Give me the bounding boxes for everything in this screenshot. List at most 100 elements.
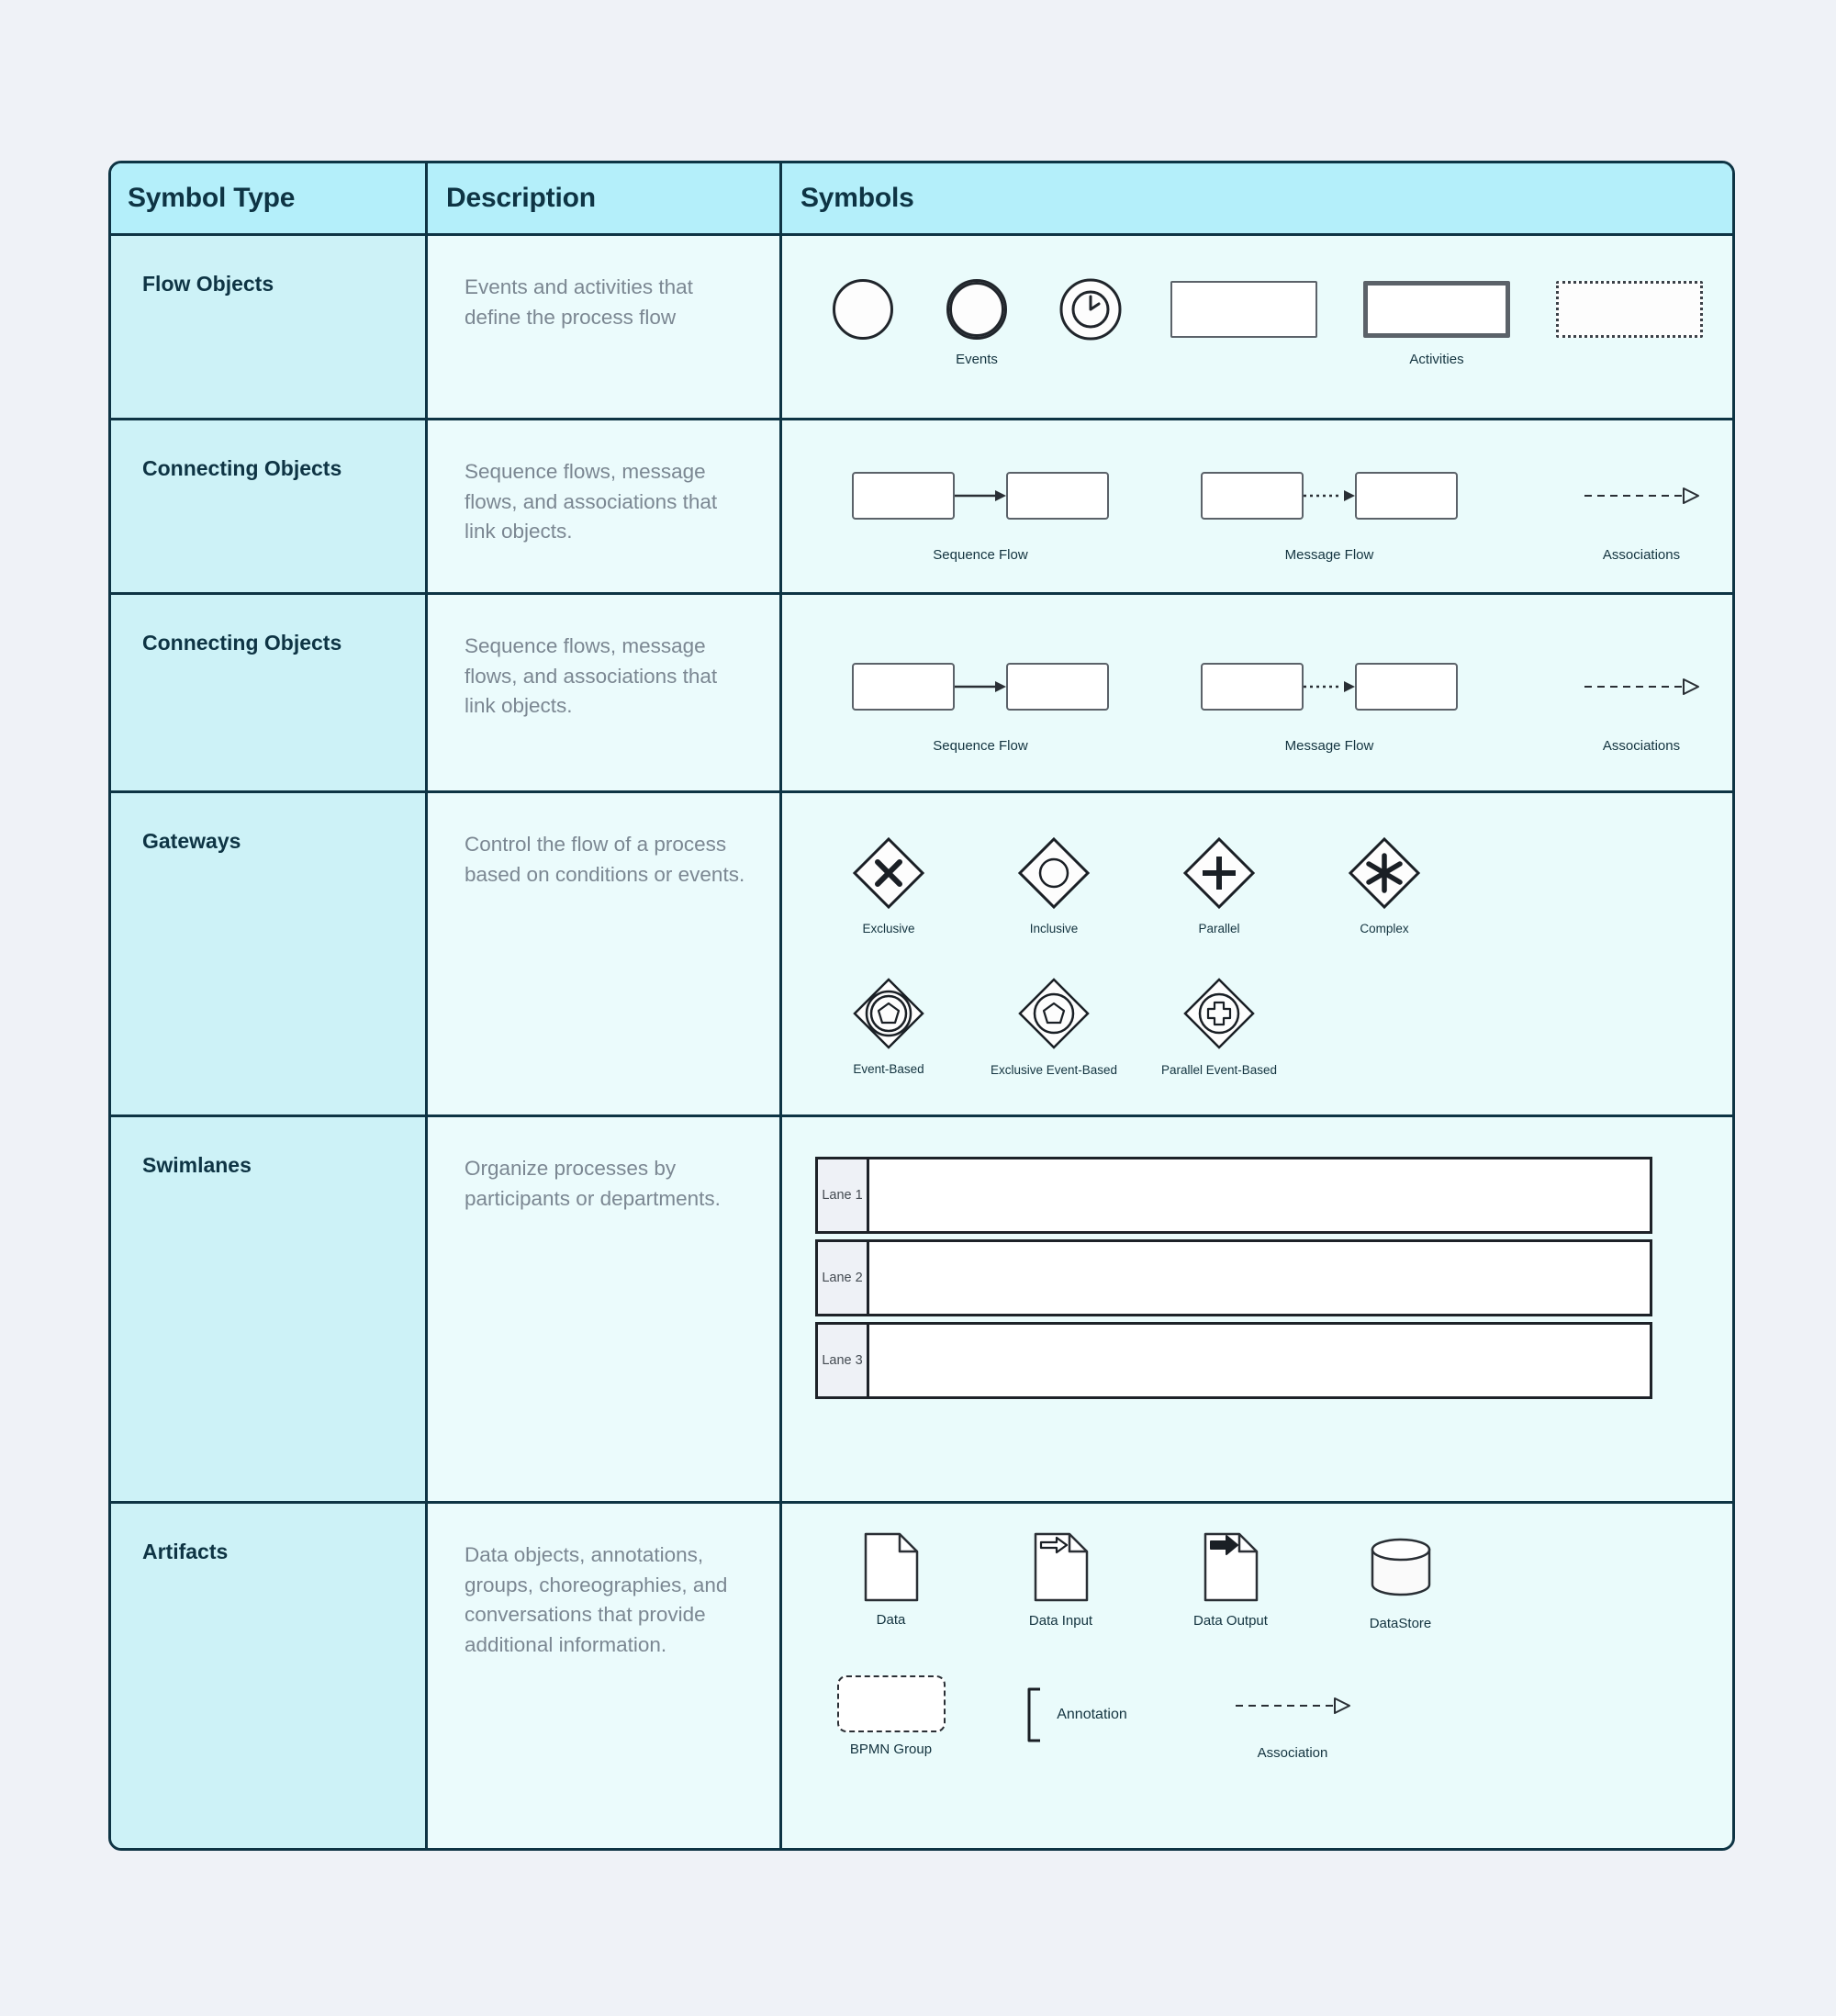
row-description-label: Events and activities that define the pr… bbox=[465, 275, 693, 329]
symbol-associations: Associations bbox=[1504, 470, 1732, 565]
swimlane-header-label: Lane 3 bbox=[818, 1325, 869, 1396]
table-row-gateways: Gateways Control the flow of a process b… bbox=[111, 790, 1732, 1114]
symbol-gateway-parallel: Parallel bbox=[1136, 834, 1302, 937]
task-activity-rect-icon bbox=[1170, 281, 1317, 338]
message-flow-target-box bbox=[1355, 663, 1458, 711]
sequence-flow-source-box bbox=[852, 663, 955, 711]
symbol-label: Message Flow bbox=[1284, 547, 1374, 563]
symbol-intermediate-event: Events bbox=[920, 276, 1034, 369]
symbol-label: Event-Based bbox=[853, 1061, 924, 1076]
symbol-label: Sequence Flow bbox=[933, 547, 1028, 563]
document-filled-arrow-icon bbox=[1203, 1532, 1258, 1602]
dashed-open-arrow-icon bbox=[1584, 487, 1699, 504]
symbol-gateway-event-based: Event-Based bbox=[806, 974, 971, 1078]
header-cell-description: Description bbox=[428, 163, 782, 233]
table-row-connecting-objects-2: Connecting Objects Sequence flows, messa… bbox=[111, 592, 1732, 790]
symbol-task-activity bbox=[1148, 276, 1340, 342]
symbol-label: Data Input bbox=[1028, 1613, 1093, 1629]
symbol-label: BPMN Group bbox=[849, 1741, 933, 1757]
row-type-label: Connecting Objects bbox=[142, 456, 342, 480]
symbol-gateway-complex: Complex bbox=[1302, 834, 1467, 937]
row-type-cell: Swimlanes bbox=[111, 1117, 428, 1501]
call-activity-thick-rect-icon bbox=[1363, 281, 1510, 338]
swimlane-body bbox=[869, 1159, 1650, 1231]
swimlane-body bbox=[869, 1325, 1650, 1396]
header-cell-symbol-type: Symbol Type bbox=[111, 163, 428, 233]
document-folded-corner-icon bbox=[864, 1532, 918, 1602]
symbol-adhoc-activity bbox=[1533, 276, 1726, 342]
row-description-cell: Events and activities that define the pr… bbox=[428, 236, 782, 418]
diamond-x-icon bbox=[852, 836, 925, 910]
cylinder-database-icon bbox=[1371, 1538, 1430, 1596]
row-type-label: Gateways bbox=[142, 829, 241, 853]
symbol-label: Exclusive bbox=[862, 922, 915, 935]
diamond-double-circle-pentagon-icon bbox=[853, 978, 924, 1049]
group-label-activities: Activities bbox=[1409, 352, 1464, 367]
diamond-circle-icon bbox=[1017, 836, 1091, 910]
message-flow-source-box bbox=[1201, 472, 1304, 520]
table-row-artifacts: Artifacts Data objects, annotations, gro… bbox=[111, 1501, 1732, 1848]
header-label-symbols: Symbols bbox=[800, 183, 914, 213]
solid-arrow-icon bbox=[955, 681, 1006, 692]
row-type-label: Flow Objects bbox=[142, 272, 274, 296]
header-label-description: Description bbox=[446, 183, 596, 213]
dashed-open-arrow-icon bbox=[1584, 678, 1699, 695]
swimlane-body bbox=[869, 1242, 1650, 1314]
symbol-sequence-flow: Sequence Flow bbox=[806, 470, 1155, 565]
row-type-label: Connecting Objects bbox=[142, 631, 342, 655]
header-label-symbol-type: Symbol Type bbox=[128, 183, 296, 213]
symbol-table: Symbol Type Description Symbols Flow Obj… bbox=[108, 161, 1735, 1851]
sequence-flow-target-box bbox=[1006, 472, 1109, 520]
bpmn-symbol-reference-table: Symbol Type Description Symbols Flow Obj… bbox=[108, 161, 1735, 1851]
dotted-arrow-icon bbox=[1304, 681, 1355, 692]
symbol-label: Parallel bbox=[1198, 922, 1240, 935]
symbol-label: Data Output bbox=[1193, 1613, 1268, 1629]
dashed-rounded-rect-icon bbox=[836, 1674, 946, 1732]
swimlane-header-label: Lane 1 bbox=[818, 1159, 869, 1231]
symbol-label: Associations bbox=[1602, 547, 1681, 563]
symbol-data-output: Data Output bbox=[1146, 1531, 1315, 1630]
dashed-open-arrow-icon bbox=[1236, 1697, 1350, 1714]
row-description-label: Control the flow of a process based on c… bbox=[465, 833, 745, 886]
symbol-sequence-flow: Sequence Flow bbox=[806, 661, 1155, 756]
symbol-gateway-exclusive-event-based: Exclusive Event-Based bbox=[971, 974, 1136, 1079]
table-row-connecting-objects-1: Connecting Objects Sequence flows, messa… bbox=[111, 418, 1732, 592]
row-description-cell: Control the flow of a process based on c… bbox=[428, 793, 782, 1114]
document-hollow-arrow-icon bbox=[1034, 1532, 1088, 1602]
row-type-cell: Flow Objects bbox=[111, 236, 428, 418]
symbol-message-flow: Message Flow bbox=[1155, 470, 1504, 565]
row-description-cell: Organize processes by participants or de… bbox=[428, 1117, 782, 1501]
row-description-label: Sequence flows, message flows, and assoc… bbox=[465, 634, 718, 718]
timer-event-clock-icon bbox=[1059, 278, 1122, 341]
row-type-label: Artifacts bbox=[142, 1540, 229, 1563]
row-type-cell: Gateways bbox=[111, 793, 428, 1114]
row-symbols-cell: Events Activities bbox=[782, 236, 1732, 418]
table-row-swimlanes: Swimlanes Organize processes by particip… bbox=[111, 1114, 1732, 1501]
row-description-cell: Data objects, annotations, groups, chore… bbox=[428, 1504, 782, 1848]
symbol-data-object: Data bbox=[806, 1531, 976, 1630]
row-type-cell: Artifacts bbox=[111, 1504, 428, 1848]
row-description-cell: Sequence flows, message flows, and assoc… bbox=[428, 595, 782, 790]
symbol-associations: Associations bbox=[1504, 661, 1732, 756]
symbol-label: Associations bbox=[1602, 738, 1681, 754]
message-flow-source-box bbox=[1201, 663, 1304, 711]
symbol-gateway-parallel-event-based: Parallel Event-Based bbox=[1136, 974, 1302, 1079]
dotted-arrow-icon bbox=[1304, 490, 1355, 501]
symbol-label: Sequence Flow bbox=[933, 738, 1028, 754]
swimlane-row: Lane 1 bbox=[815, 1157, 1652, 1234]
row-type-label: Swimlanes bbox=[142, 1153, 252, 1177]
group-label-events: Events bbox=[956, 352, 998, 367]
row-symbols-cell: Exclusive Inclusive Parallel Complex Eve… bbox=[782, 793, 1732, 1114]
row-symbols-cell: Lane 1 Lane 2 Lane 3 bbox=[782, 1117, 1732, 1501]
annotation-label: Annotation bbox=[1057, 1706, 1127, 1722]
row-description-label: Data objects, annotations, groups, chore… bbox=[465, 1543, 728, 1656]
symbol-label: Data bbox=[876, 1612, 906, 1628]
diamond-circle-pentagon-icon bbox=[1018, 978, 1090, 1049]
symbol-label: Complex bbox=[1360, 922, 1409, 935]
symbol-datastore: DataStore bbox=[1315, 1531, 1485, 1633]
symbol-label: Message Flow bbox=[1284, 738, 1374, 754]
row-description-cell: Sequence flows, message flows, and assoc… bbox=[428, 420, 782, 592]
diamond-asterisk-icon bbox=[1348, 836, 1421, 910]
bracket-annotation-icon bbox=[1027, 1687, 1041, 1742]
row-description-label: Sequence flows, message flows, and assoc… bbox=[465, 460, 718, 543]
